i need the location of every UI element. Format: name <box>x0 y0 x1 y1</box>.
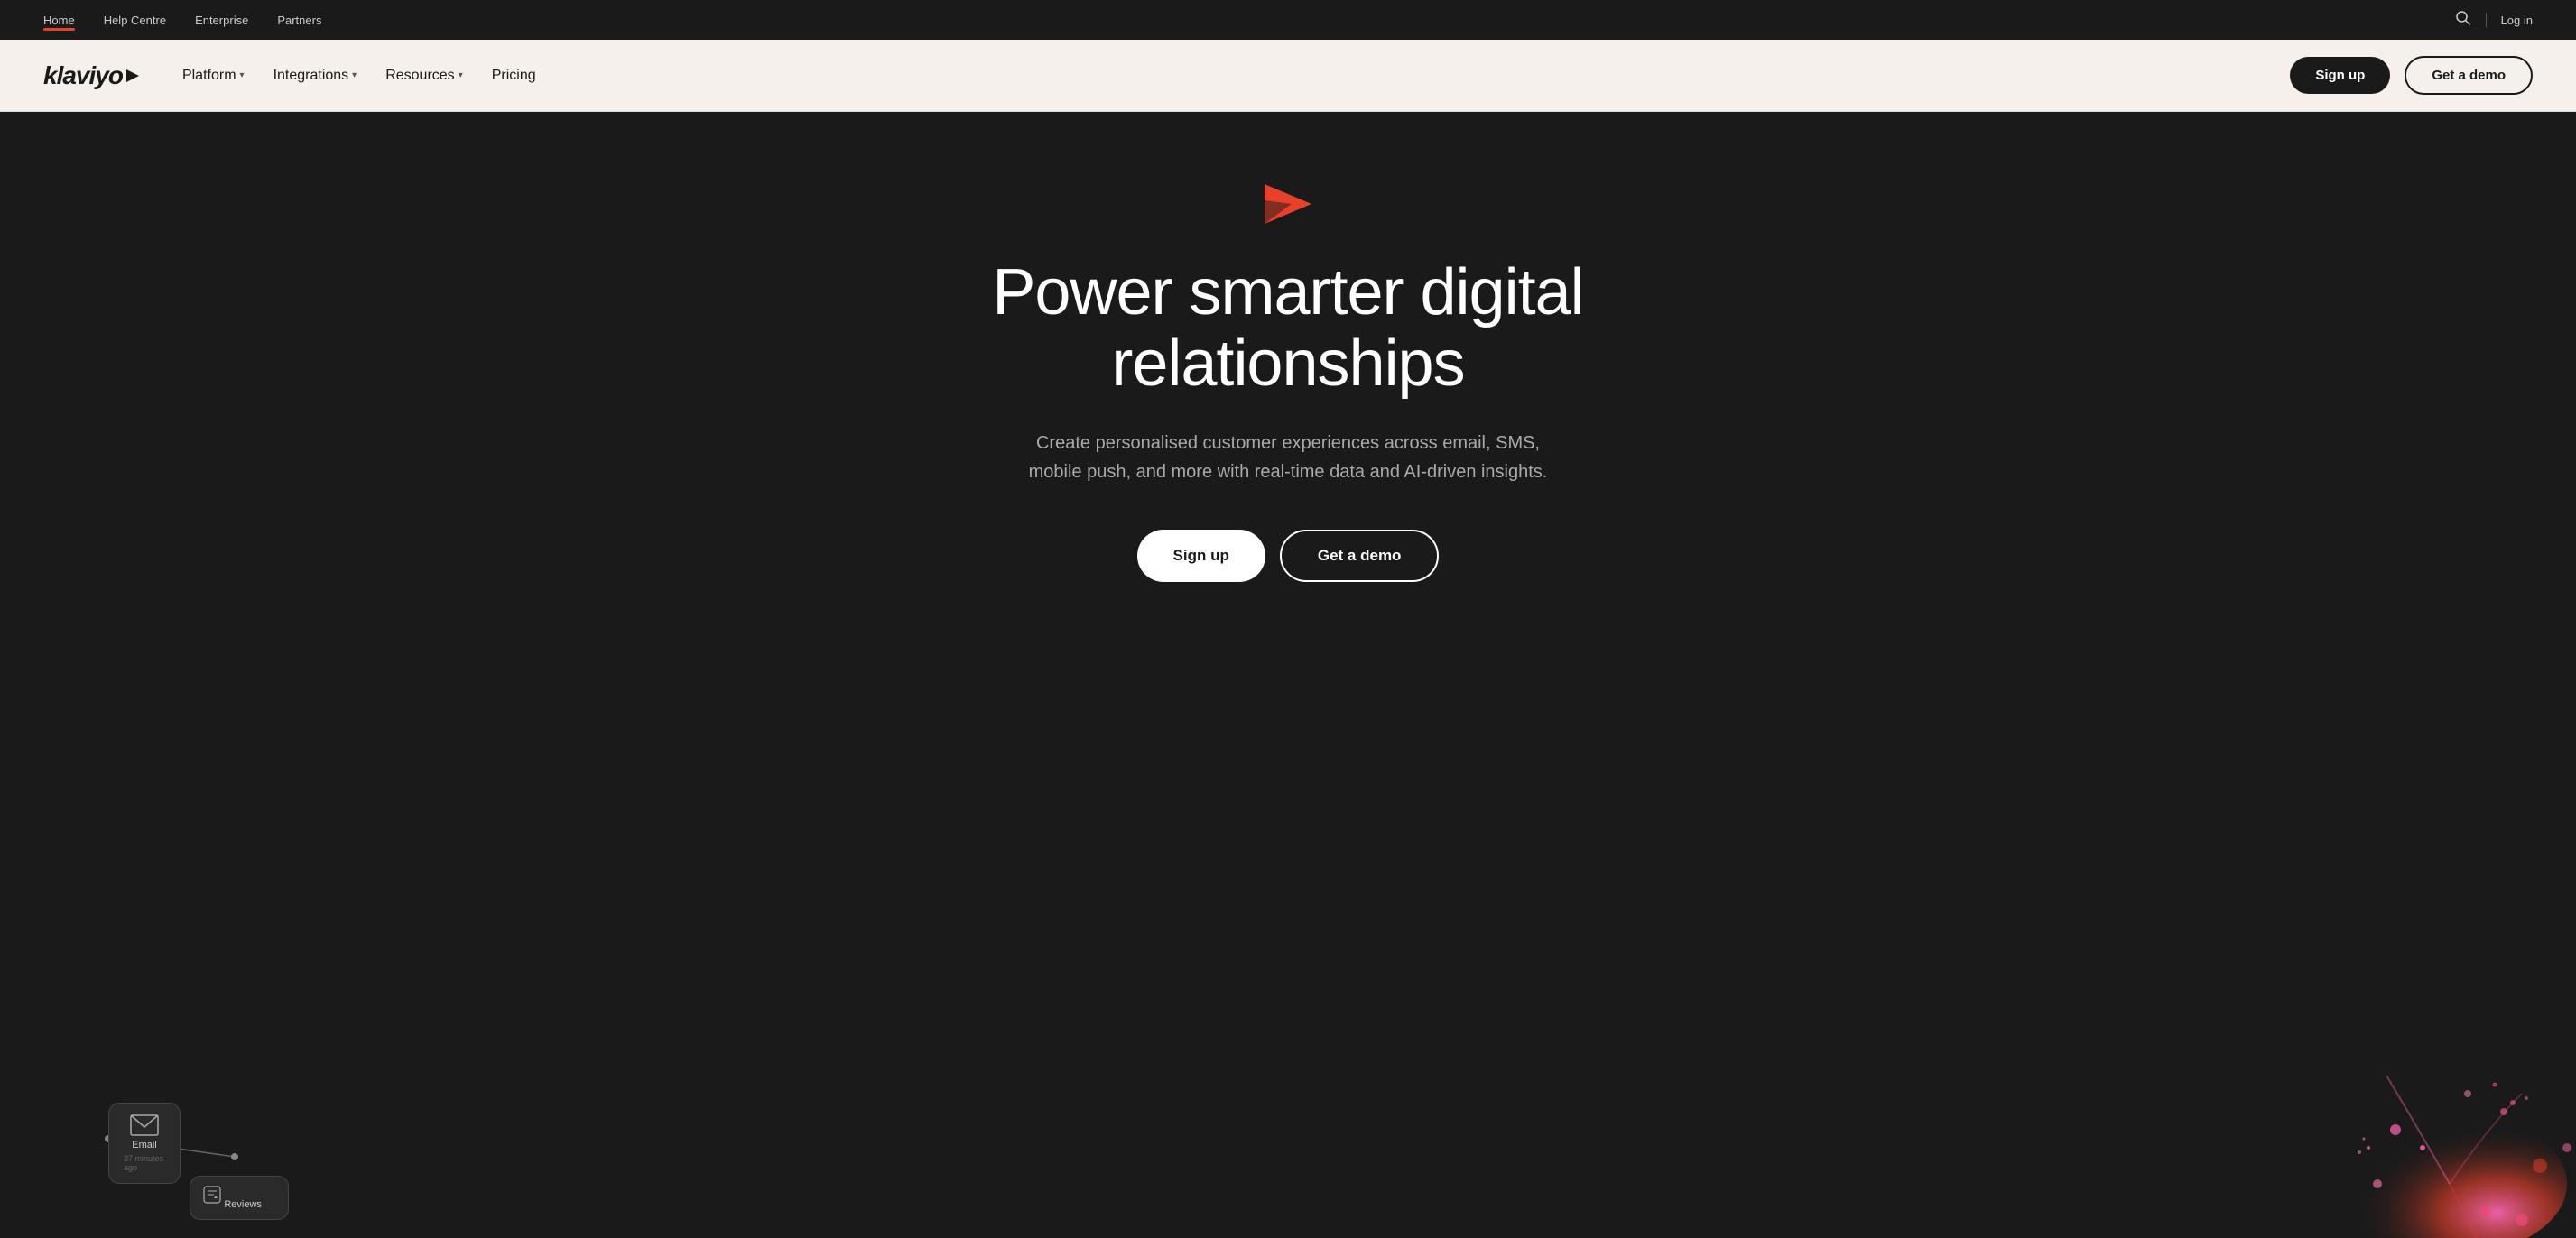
main-nav-links: Platform ▾ Integrations ▾ Resources ▾ Pr… <box>182 68 536 84</box>
nav-resources[interactable]: Resources ▾ <box>385 68 463 84</box>
top-nav-partners[interactable]: Partners <box>277 14 321 27</box>
hero-title: Power smarter digital relationships <box>882 257 1694 400</box>
top-bar-nav: Home Help Centre Enterprise Partners <box>43 14 321 27</box>
top-bar-right: Log in <box>2455 10 2533 31</box>
hero-section: Power smarter digital relationships Crea… <box>0 112 2576 1238</box>
email-card-sublabel: 37 minutes ago <box>124 1154 165 1172</box>
home-active-indicator <box>43 28 75 31</box>
reviews-icon <box>203 1186 221 1204</box>
ui-cards: Email 37 minutes ago Reviews <box>36 1003 361 1238</box>
nav-platform[interactable]: Platform ▾ <box>182 68 245 84</box>
email-card-label: Email <box>132 1140 157 1150</box>
hero-cta-buttons: Sign up Get a demo <box>1137 530 1440 582</box>
connector-svg <box>90 1112 271 1166</box>
email-icon <box>130 1114 159 1136</box>
hero-demo-button[interactable]: Get a demo <box>1280 530 1440 582</box>
hero-brand-icon <box>1263 184 1313 228</box>
logo-mark-icon <box>126 69 139 82</box>
platform-chevron-icon: ▾ <box>240 70 245 80</box>
top-nav-enterprise[interactable]: Enterprise <box>195 14 248 27</box>
klaviyo-k-hero-icon <box>1263 184 1313 224</box>
search-icon[interactable] <box>2455 10 2471 31</box>
explosion-decoration <box>2071 985 2576 1238</box>
nav-signup-button[interactable]: Sign up <box>2290 57 2390 94</box>
logo-text: klaviyo <box>43 61 123 90</box>
top-bar: Home Help Centre Enterprise Partners Log… <box>0 0 2576 40</box>
nav-integrations[interactable]: Integrations ▾ <box>273 68 357 84</box>
top-bar-divider <box>2486 13 2487 27</box>
resources-chevron-icon: ▾ <box>459 70 463 80</box>
reviews-card: Reviews <box>190 1176 289 1220</box>
top-nav-home[interactable]: Home <box>43 14 75 27</box>
hero-signup-button[interactable]: Sign up <box>1137 530 1265 582</box>
hero-subtitle: Create personalised customer experiences… <box>1026 429 1550 486</box>
login-link[interactable]: Log in <box>2501 14 2533 27</box>
hero-bottom-decoration: Email 37 minutes ago Reviews <box>0 985 2576 1238</box>
main-nav-left: klaviyo Platform ▾ Integrations ▾ Resour… <box>43 61 536 90</box>
main-nav: klaviyo Platform ▾ Integrations ▾ Resour… <box>0 40 2576 112</box>
integrations-chevron-icon: ▾ <box>352 70 357 80</box>
reviews-card-label: Reviews <box>224 1199 262 1210</box>
email-card: Email 37 minutes ago <box>108 1103 181 1184</box>
nav-pricing[interactable]: Pricing <box>492 68 536 84</box>
explosion-svg <box>2071 985 2576 1238</box>
nav-demo-button[interactable]: Get a demo <box>2405 56 2533 95</box>
main-nav-right: Sign up Get a demo <box>2290 56 2533 95</box>
top-nav-help-centre[interactable]: Help Centre <box>104 14 166 27</box>
logo[interactable]: klaviyo <box>43 61 139 90</box>
